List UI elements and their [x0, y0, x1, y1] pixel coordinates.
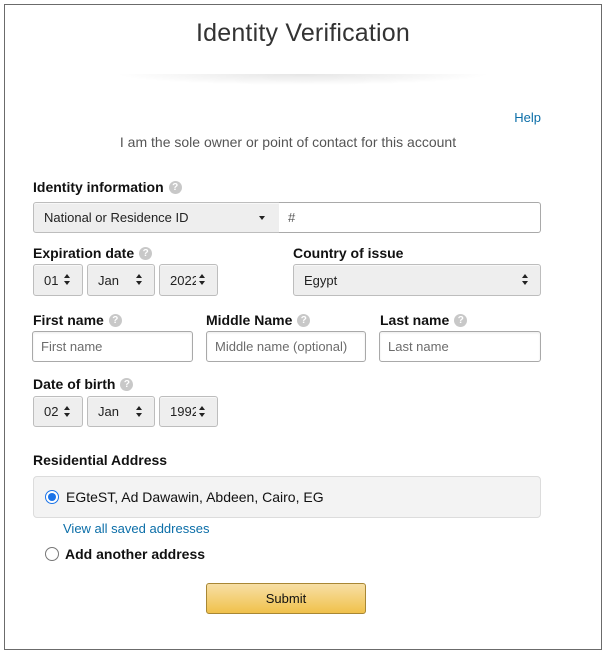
question-circle-icon[interactable]: ?	[139, 246, 153, 260]
question-circle-icon[interactable]: ?	[120, 377, 134, 391]
up-down-arrows-icon	[133, 405, 147, 419]
dob-year-value: 1992	[170, 404, 196, 419]
expiration-day-select[interactable]: 01	[33, 264, 83, 296]
id-type-value: National or Residence ID	[44, 210, 189, 225]
expiration-month-value: Jan	[98, 272, 119, 288]
question-circle-icon[interactable]: ?	[297, 313, 311, 327]
expiration-date-label: Expiration date ?	[33, 245, 153, 261]
identity-information-text: Identity information	[33, 179, 164, 195]
account-owner-statement: I am the sole owner or point of contact …	[119, 134, 457, 150]
submit-button[interactable]: Submit	[206, 583, 366, 614]
first-name-label: First name ?	[33, 312, 122, 328]
up-down-arrows-icon	[519, 273, 533, 287]
last-name-label: Last name ?	[380, 312, 468, 328]
last-name-text: Last name	[380, 312, 450, 328]
up-down-arrows-icon	[61, 405, 75, 419]
dob-year-select[interactable]: 1992	[159, 396, 218, 427]
up-down-arrows-icon	[196, 405, 210, 419]
id-type-select[interactable]: National or Residence ID	[33, 202, 280, 233]
dob-day-select[interactable]: 02	[33, 396, 83, 427]
last-name-input[interactable]	[379, 331, 541, 362]
up-down-arrows-icon	[61, 273, 75, 287]
saved-address-option[interactable]: EGteST, Ad Dawawin, Abdeen, Cairo, EG	[33, 476, 541, 518]
saved-address-text: EGteST, Ad Dawawin, Abdeen, Cairo, EG	[66, 489, 324, 505]
add-another-address-text: Add another address	[65, 546, 206, 562]
hash-prefix: #	[288, 210, 296, 225]
dob-day-value: 02	[44, 404, 59, 419]
caret-down-icon	[259, 215, 269, 221]
dob-month-select[interactable]: Jan	[87, 396, 155, 427]
date-of-birth-text: Date of birth	[33, 376, 116, 392]
id-number-field[interactable]: #	[279, 202, 541, 233]
first-name-text: First name	[33, 312, 104, 328]
add-address-radio[interactable]	[45, 547, 59, 561]
date-of-birth-label: Date of birth ?	[33, 376, 134, 392]
country-of-issue-text: Country of issue	[293, 245, 404, 261]
country-select[interactable]: Egypt	[293, 264, 541, 296]
add-another-address-option[interactable]: Add another address	[45, 546, 205, 562]
identity-information-label: Identity information ?	[33, 179, 182, 195]
up-down-arrows-icon	[196, 273, 210, 287]
page-title: Identity Verification	[195, 19, 411, 47]
help-link[interactable]: Help	[514, 110, 541, 125]
middle-name-input[interactable]	[206, 331, 366, 362]
view-all-addresses-link[interactable]: View all saved addresses	[63, 521, 209, 536]
expiration-date-text: Expiration date	[33, 245, 135, 261]
middle-name-text: Middle Name	[206, 312, 293, 328]
expiration-year-value: 2022	[170, 272, 196, 288]
address-radio-selected[interactable]	[45, 490, 59, 504]
residential-address-label: Residential Address	[33, 452, 167, 468]
first-name-input[interactable]	[32, 331, 193, 362]
country-value: Egypt	[304, 272, 338, 288]
residential-address-text: Residential Address	[33, 452, 168, 468]
id-number-input[interactable]	[295, 209, 540, 226]
country-of-issue-label: Country of issue	[293, 245, 403, 261]
up-down-arrows-icon	[133, 273, 147, 287]
dob-month-value: Jan	[98, 404, 119, 419]
expiration-year-select[interactable]: 2022	[159, 264, 218, 296]
question-circle-icon[interactable]: ?	[454, 313, 468, 327]
middle-name-label: Middle Name ?	[206, 312, 311, 328]
question-circle-icon[interactable]: ?	[168, 180, 182, 194]
question-circle-icon[interactable]: ?	[108, 313, 122, 327]
expiration-day-value: 01	[44, 272, 59, 288]
expiration-month-select[interactable]: Jan	[87, 264, 155, 296]
title-divider	[100, 74, 506, 86]
